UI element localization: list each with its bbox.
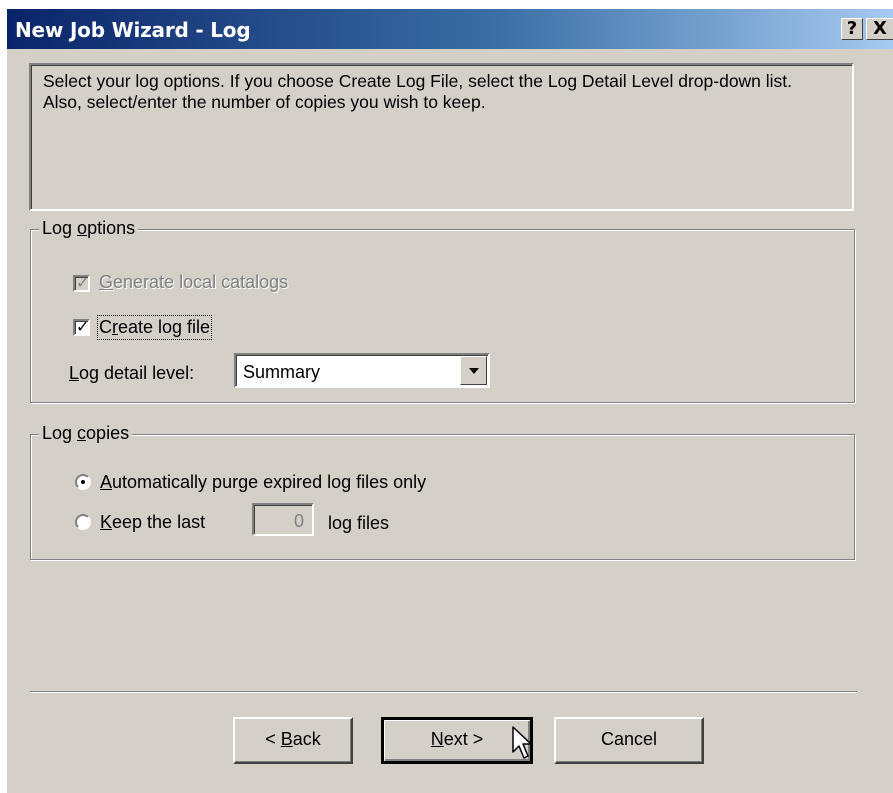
cancel-button[interactable]: Cancel	[554, 717, 704, 764]
purge-expired-radio[interactable]	[75, 474, 91, 490]
log-copies-legend: Log copies	[39, 423, 133, 444]
check-icon: ✓	[76, 317, 90, 336]
instructions-box: Select your log options. If you choose C…	[29, 63, 854, 211]
keep-last-radio[interactable]	[75, 514, 91, 530]
check-icon: ✓	[76, 273, 90, 292]
keep-count-value: 0	[293, 511, 304, 531]
window-title: New Job Wizard - Log	[15, 18, 251, 42]
log-options-legend: Log options	[39, 218, 139, 239]
log-detail-level-value: Summary	[243, 362, 321, 382]
close-button[interactable]: X	[866, 18, 893, 40]
generate-catalogs-label: Generate local catalogs	[99, 272, 289, 292]
keep-last-label[interactable]: Keep the last	[100, 512, 205, 533]
button-separator	[30, 691, 857, 693]
radio-selected-dot	[81, 480, 85, 484]
instructions-text: Select your log options. If you choose C…	[43, 71, 793, 112]
help-button[interactable]: ?	[841, 18, 863, 40]
create-log-file-label[interactable]: Create log file	[96, 315, 213, 340]
log-copies-group: Log copies	[30, 423, 855, 560]
log-detail-level-label: Log detail level:	[69, 363, 195, 383]
generate-catalogs-checkbox[interactable]: ✓	[73, 273, 90, 292]
log-files-suffix: log files	[328, 513, 390, 533]
mouse-cursor-icon	[512, 726, 532, 759]
title-bar[interactable]: New Job Wizard - Log ? X	[7, 9, 893, 49]
log-detail-level-select[interactable]: Summary	[234, 353, 490, 388]
purge-expired-label[interactable]: Automatically purge expired log files on…	[100, 472, 426, 493]
back-button[interactable]: < Back	[233, 717, 353, 764]
create-log-file-checkbox[interactable]: ✓	[73, 317, 90, 336]
next-button[interactable]: Next >	[381, 717, 533, 764]
keep-count-input[interactable]: 0	[252, 503, 314, 536]
chevron-down-icon[interactable]	[460, 356, 487, 385]
